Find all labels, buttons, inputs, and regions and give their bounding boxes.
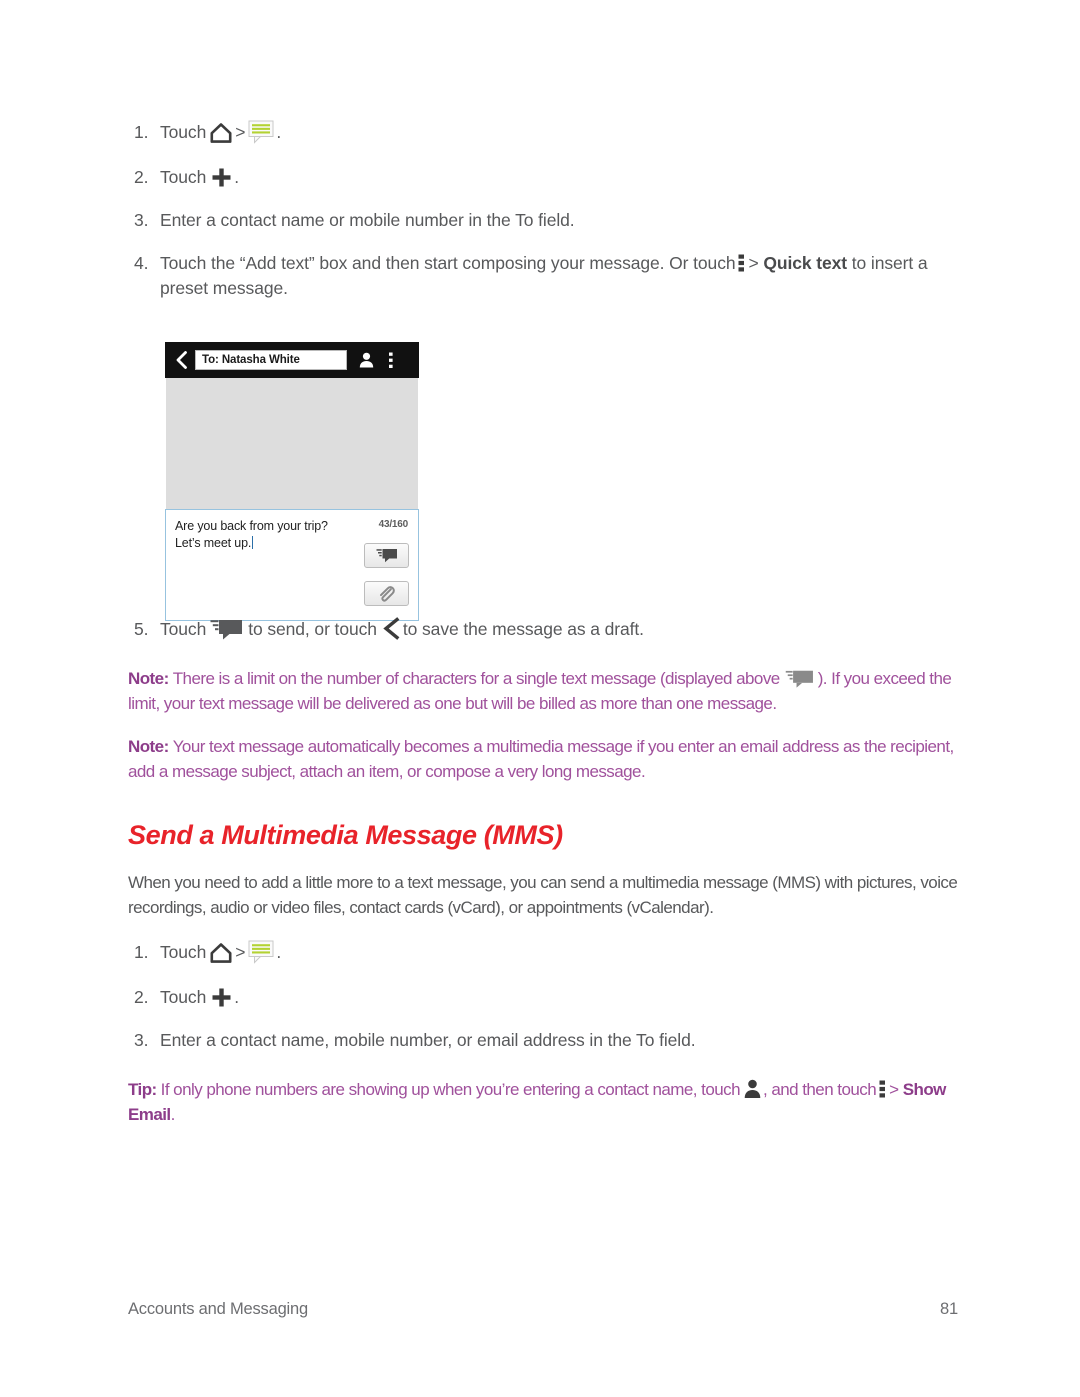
tip-text-part3: . [170,1105,176,1125]
back-chevron-icon [381,617,401,640]
step-number: 5. [134,619,149,639]
step-text-part1: Touch the “Add text” box and then start … [160,253,736,273]
sms-steps-list: 1. Touch >. 2. Touch. 3. Enter a contact … [128,120,958,301]
section-heading-mms: Send a Multimedia Message (MMS) [128,820,563,850]
step-separator: > [748,253,759,273]
send-button[interactable] [364,543,409,568]
step-text: Enter a contact name or mobile number in… [160,210,575,230]
send-icon [376,548,398,563]
step-text: Touch >. [160,940,282,964]
overflow-menu-icon [879,1079,886,1099]
note-character-limit: Note: There is a limit on the number of c… [128,666,958,716]
step-item-mms-2: 2. Touch. [128,985,958,1010]
tip-text-part2: , and then touch [762,1080,877,1099]
footer-section-title: Accounts and Messaging [128,1300,308,1318]
step-item-4: 4. Touch the “Add text” box and then sta… [128,251,958,301]
home-icon [210,122,232,143]
plus-icon [212,168,231,187]
message-thread-area [165,378,419,509]
step-number: 1. [134,122,149,142]
plus-icon [212,988,231,1007]
mms-intro-paragraph: When you need to add a little more to a … [128,873,958,917]
attach-button[interactable] [364,581,409,606]
tip-show-email: Tip: If only phone numbers are showing up… [128,1077,958,1127]
step-item-5: 5. Touch to send, or touch to save the mes… [128,617,958,644]
message-icon [248,940,274,964]
step-text-part2: to send, or touch [248,619,377,640]
step-item-mms-3: 3. Enter a contact name, mobile number, … [128,1028,958,1053]
step-number: 2. [134,987,149,1007]
text-caret [252,536,254,549]
person-icon [744,1079,761,1099]
person-icon[interactable] [357,350,375,370]
character-counter: 43/160 [378,519,409,530]
step-number: 3. [134,210,149,230]
tip-text-part1: If only phone numbers are showing up whe… [160,1080,741,1099]
step-text-part1: Touch [160,619,207,640]
step-text: Touch. [160,987,239,1007]
step-number: 3. [134,1030,149,1050]
note-mms-conversion: Note: Your text message automatically bec… [128,734,958,784]
back-chevron-icon[interactable] [171,350,191,370]
step-text-after: . [234,167,239,187]
tip-separator: > [889,1080,899,1099]
step-text: Touch the “Add text” box and then start … [160,253,928,298]
step-text: Touch. [160,167,239,187]
step-text-before: Touch [160,942,207,963]
step-separator: > [235,942,246,963]
step-text-after: . [276,942,282,963]
sms-steps-list-cont: 5. Touch to send, or touch to save the mes… [128,617,958,644]
tip-label: Tip: [128,1080,157,1099]
paperclip-icon [378,585,395,602]
step-text: Touch to send, or touch to save the messag… [160,617,644,640]
send-icon [785,669,815,688]
step-text: Touch >. [160,120,282,144]
step-number: 2. [134,167,149,187]
compose-text-field[interactable]: Are you back from your trip? Let’s meet … [175,518,343,552]
page-footer: Accounts and Messaging 81 [128,1300,958,1319]
step-number: 4. [134,253,149,273]
phone-topbar: To: Natasha White [165,342,419,378]
home-icon [210,942,232,963]
step-text-before: Touch [160,987,207,1007]
note-label: Note: [128,737,169,756]
step-item-3: 3. Enter a contact name or mobile number… [128,208,958,233]
overflow-menu-icon[interactable] [387,350,395,370]
phone-screenshot: To: Natasha White Are you back from your… [165,342,419,621]
step-text-after: . [276,122,282,143]
step-text-part3: to save the message as a draft. [402,619,644,640]
step-text-before: Touch [160,122,207,143]
step-number: 1. [134,942,149,962]
overflow-menu-icon [738,253,745,273]
note-label: Note: [128,669,169,688]
step-text: Enter a contact name, mobile number, or … [160,1030,696,1050]
recipient-field[interactable]: To: Natasha White [195,350,347,370]
step-text-before: Touch [160,167,207,187]
note-text: Your text message automatically becomes … [128,737,954,781]
mms-steps-list: 1. Touch >. 2. Touch. 3. Enter a contact … [128,940,958,1053]
step-item-mms-1: 1. Touch >. [128,940,958,967]
note-text-part1: There is a limit on the number of charac… [172,669,781,688]
step-item-1: 1. Touch >. [128,120,958,147]
compose-area: Are you back from your trip? Let’s meet … [165,509,419,621]
quick-text-label: Quick text [763,253,847,273]
send-icon [210,618,244,640]
message-icon [248,120,274,144]
step-item-2: 2. Touch. [128,165,958,190]
step-text-after: . [234,987,239,1007]
page-content: 1. Touch >. 2. Touch. 3. Enter a contact … [128,120,958,1145]
footer-page-number: 81 [940,1300,958,1318]
step-separator: > [235,122,246,143]
manual-page: 1. Touch >. 2. Touch. 3. Enter a contact … [0,0,1080,1397]
